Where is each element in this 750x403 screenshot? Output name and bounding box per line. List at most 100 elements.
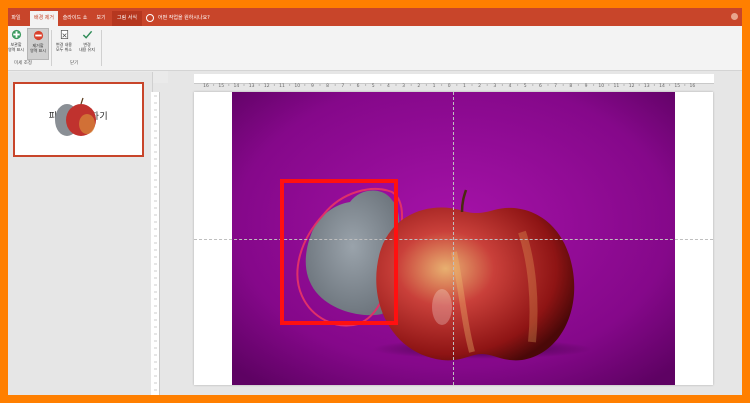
mark-remove-label-2: 영역 표시 (30, 48, 46, 53)
tell-me-box[interactable]: 어떤 작업을 원하시나요? (146, 11, 210, 26)
ruler-label: 11 (279, 83, 285, 89)
ruler-label: 9 (311, 83, 314, 89)
slide-thumbnail[interactable]: 피워 제거 하기 (13, 82, 144, 157)
ruler-label: 2 (417, 83, 420, 89)
ruler-tick (684, 84, 686, 86)
tab-slide-show[interactable]: 슬라이드 쇼 (60, 11, 90, 26)
ruler-tick (471, 84, 473, 86)
ruler-tick (289, 84, 291, 86)
ruler-label: 14 (234, 83, 240, 89)
ruler-tick (653, 84, 655, 86)
discard-label-2: 모두 취소 (56, 47, 72, 52)
ruler-label: 8 (326, 83, 329, 89)
ruler-label: 11 (614, 83, 620, 89)
ruler-tick (608, 84, 610, 86)
ruler-label: 14 (659, 83, 665, 89)
discard-icon (60, 30, 68, 39)
ruler-label: 1 (463, 83, 466, 89)
ruler-tick (547, 84, 549, 86)
mark-keep-label-2: 영역 표시 (8, 47, 24, 52)
ruler-label: 12 (264, 83, 270, 89)
ruler-label: 4 (509, 83, 512, 89)
tab-background-removal[interactable]: 배경 제거 (30, 11, 58, 26)
tab-file[interactable]: 파일 (8, 11, 24, 26)
ruler-label: 16 (690, 83, 696, 89)
powerpoint-window: 파일 배경 제거 슬라이드 쇼 보기 그림 서식 어떤 작업을 원하시나요? 보… (8, 8, 742, 395)
ruler-label: 9 (585, 83, 588, 89)
ruler-tick (213, 84, 215, 86)
thumbnail-apple-image (55, 97, 96, 136)
slide-thumbnail-pane: 피워 제거 하기 (8, 72, 153, 395)
mark-areas-to-keep-button[interactable]: 보관할 영역 표시 (8, 28, 26, 58)
ruler-tick (395, 84, 397, 86)
group-separator (51, 30, 52, 66)
slide-canvas[interactable] (194, 92, 713, 385)
tab-picture-format[interactable]: 그림 서식 (112, 11, 142, 26)
account-icon[interactable] (731, 13, 738, 20)
ruler-tick (532, 84, 534, 86)
ruler-tick (304, 84, 306, 86)
vertical-ruler-ticks (154, 95, 157, 391)
ruler-label: 0 (448, 83, 451, 89)
discard-all-changes-button[interactable]: 변경 내용 모두 취소 (54, 28, 74, 58)
ruler-tick (456, 84, 458, 86)
ruler-label: 12 (629, 83, 635, 89)
ruler-tick (486, 84, 488, 86)
ribbon-tab-bar: 파일 배경 제거 슬라이드 쇼 보기 그림 서식 어떤 작업을 원하시나요? (8, 8, 742, 26)
ruler-label: 3 (402, 83, 405, 89)
ruler-tick (562, 84, 564, 86)
ruler-label: 15 (218, 83, 224, 89)
keep-changes-label-2: 내용 유지 (79, 47, 95, 52)
ruler-tick (243, 84, 245, 86)
refine-group-label: 미세 조정 (14, 61, 32, 66)
group-separator (101, 30, 102, 66)
ruler-label: 16 (203, 83, 209, 89)
ruler-tick (380, 84, 382, 86)
ribbon: 보관할 영역 표시 제거할 영역 표시 미세 조정 변경 내용 모두 취소 변경… (8, 26, 742, 71)
keep-changes-button[interactable]: 변경 내용 유지 (77, 28, 97, 58)
horizontal-ruler: 16 15 14 13 12 11 10 9 8 7 6 5 4 3 2 1 0 1 2 3 4 5 6 7 8 9 10 11 12 1… (194, 74, 714, 89)
ruler-label: 10 (598, 83, 604, 89)
ruler-tick (517, 84, 519, 86)
ruler-tick (365, 84, 367, 86)
ruler-tick (425, 84, 427, 86)
ruler-label: 6 (357, 83, 360, 89)
lightbulb-icon (146, 13, 154, 22)
ruler-tick (349, 84, 351, 86)
ruler-label: 4 (387, 83, 390, 89)
ruler-tick (441, 84, 443, 86)
mark-areas-to-remove-button[interactable]: 제거할 영역 표시 (27, 28, 49, 60)
minus-circle-icon (33, 30, 43, 41)
ruler-label: 15 (674, 83, 680, 89)
ruler-tick (501, 84, 503, 86)
tell-me-text: 어떤 작업을 원하시나요? (158, 15, 210, 21)
ruler-label: 5 (524, 83, 527, 89)
horizontal-ruler-ticks: 16 15 14 13 12 11 10 9 8 7 6 5 4 3 2 1 0 1 2 3 4 5 6 7 8 9 10 11 12 1… (203, 83, 696, 89)
ruler-label: 13 (249, 83, 255, 89)
ruler-tick (258, 84, 260, 86)
ruler-tick (577, 84, 579, 86)
ruler-label: 13 (644, 83, 650, 89)
annotation-highlight-box (280, 179, 398, 325)
ruler-tick (228, 84, 230, 86)
ruler-label: 6 (539, 83, 542, 89)
ruler-label: 7 (341, 83, 344, 89)
ruler-tick (410, 84, 412, 86)
vertical-guide (453, 92, 454, 385)
ruler-tick (669, 84, 671, 86)
ruler-tick (334, 84, 336, 86)
ruler-label: 2 (478, 83, 481, 89)
checkmark-icon (82, 30, 92, 39)
ruler-label: 10 (294, 83, 300, 89)
ruler-label: 1 (433, 83, 436, 89)
ruler-label: 7 (554, 83, 557, 89)
ruler-label: 3 (493, 83, 496, 89)
ruler-tick (319, 84, 321, 86)
tab-view[interactable]: 보기 (92, 11, 110, 26)
ruler-tick (593, 84, 595, 86)
vertical-ruler (151, 92, 160, 395)
ruler-tick (638, 84, 640, 86)
ruler-tick (273, 84, 275, 86)
ruler-label: 8 (569, 83, 572, 89)
plus-circle-icon (11, 29, 21, 40)
